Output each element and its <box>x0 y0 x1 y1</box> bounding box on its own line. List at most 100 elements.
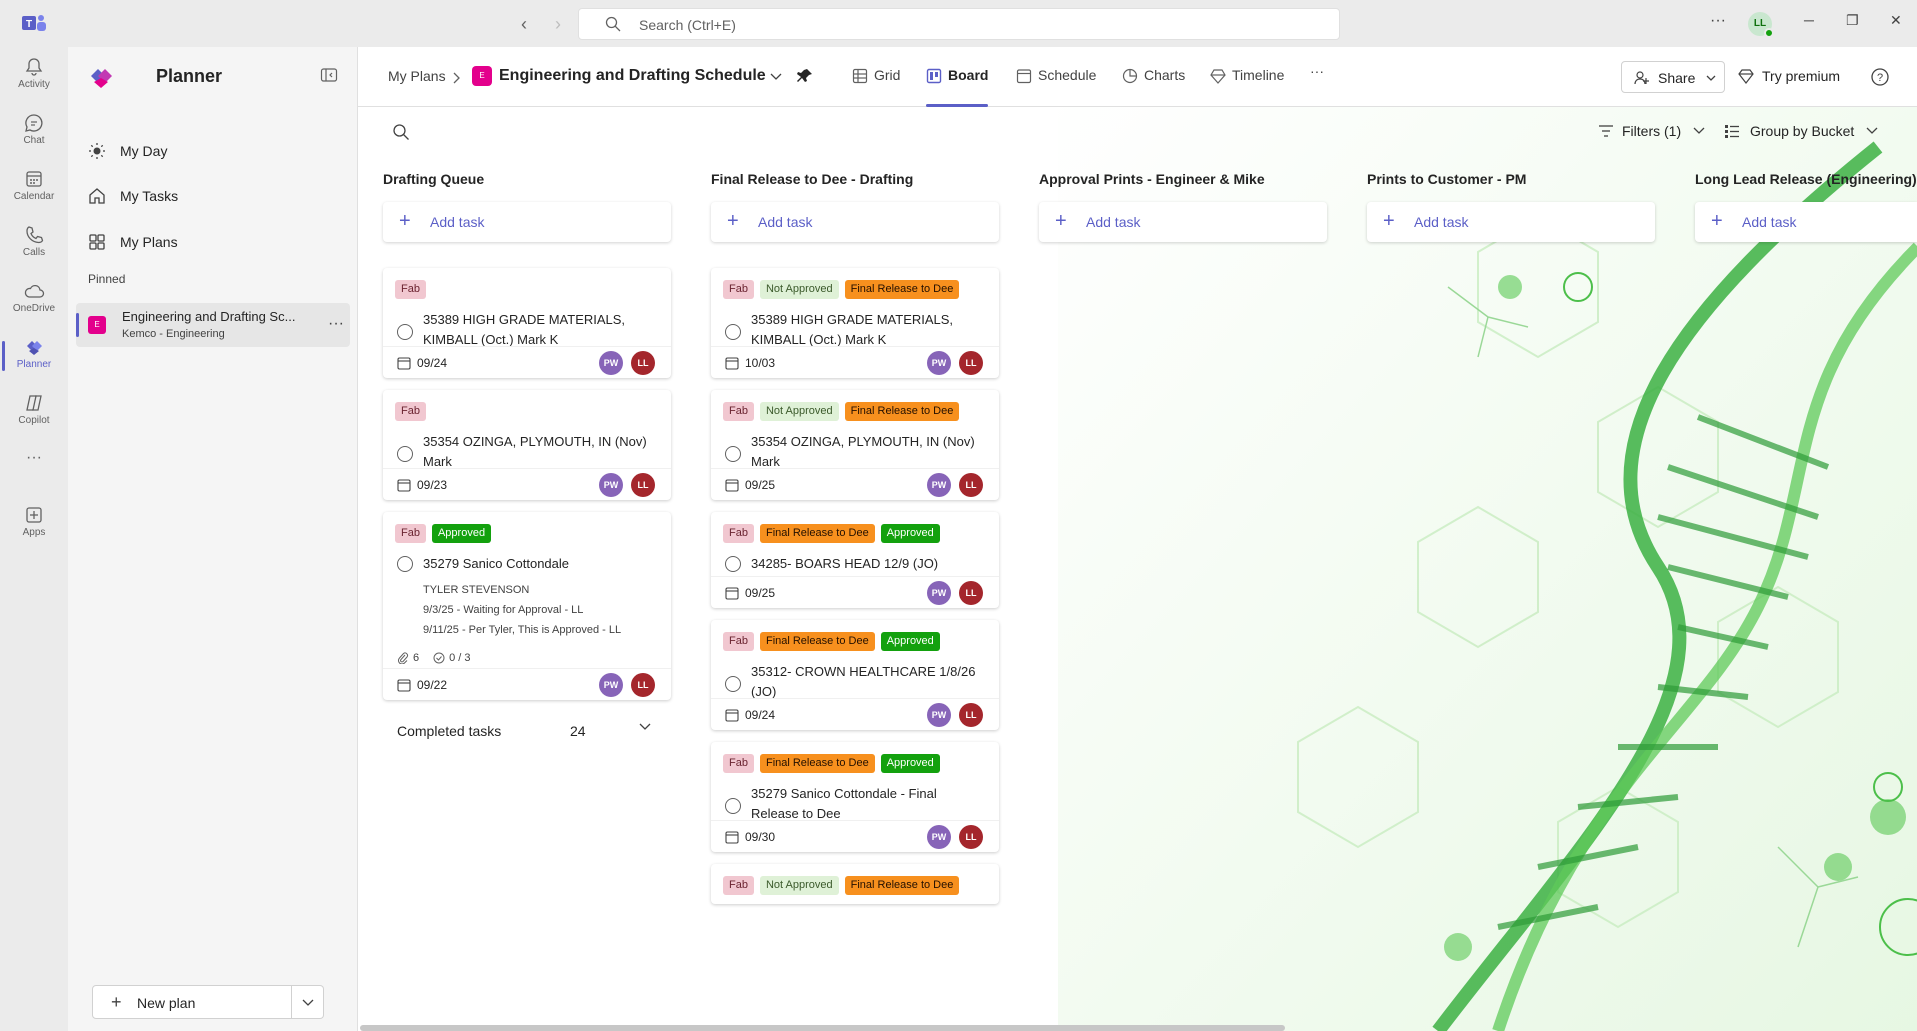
pin-icon[interactable] <box>796 67 814 85</box>
add-task-button[interactable]: + Add task <box>1367 202 1655 242</box>
user-avatar[interactable]: LL <box>1748 12 1774 38</box>
teams-logo-icon[interactable]: T <box>22 13 46 33</box>
tab-board[interactable]: Board <box>926 67 989 107</box>
task-card[interactable]: Fab Final Release to Dee Approved 35279 … <box>711 742 999 852</box>
tab-schedule[interactable]: Schedule <box>1016 67 1096 107</box>
assignee-avatar[interactable]: PW <box>927 473 951 497</box>
assignee-avatar[interactable]: PW <box>927 825 951 849</box>
task-card[interactable]: Fab 35389 HIGH GRADE MATERIALS, KIMBALL … <box>383 268 671 378</box>
task-card[interactable]: Fab Approved 35279 Sanico Cottondale TYL… <box>383 512 671 700</box>
pinned-plan-item[interactable]: E Engineering and Drafting Sc... Kemco -… <box>76 303 350 347</box>
plus-icon: + <box>727 210 739 232</box>
bucket-title[interactable]: Final Release to Dee - Drafting <box>711 171 913 187</box>
bucket-title[interactable]: Prints to Customer - PM <box>1367 171 1526 187</box>
assignee-avatar[interactable]: LL <box>959 473 983 497</box>
sidebar-item-my-plans[interactable]: My Plans <box>88 227 338 257</box>
assignee-avatar[interactable]: PW <box>599 673 623 697</box>
calendar-icon <box>725 709 739 722</box>
bucket-title[interactable]: Drafting Queue <box>383 171 484 187</box>
complete-task-checkbox[interactable] <box>397 446 413 462</box>
task-title: 35389 HIGH GRADE MATERIALS, KIMBALL (Oct… <box>751 312 954 347</box>
assignee-avatar[interactable]: LL <box>959 825 983 849</box>
rail-item-apps[interactable]: Apps <box>0 497 68 553</box>
tab-grid[interactable]: Grid <box>852 67 900 107</box>
bucket-title[interactable]: Approval Prints - Engineer & Mike <box>1039 171 1265 187</box>
new-plan-label: New plan <box>137 995 196 1011</box>
complete-task-checkbox[interactable] <box>397 556 413 572</box>
label-final-release: Final Release to Dee <box>759 632 875 651</box>
task-card[interactable]: Fab Not Approved Final Release to Dee <box>711 864 999 904</box>
close-icon[interactable]: ✕ <box>1890 12 1902 29</box>
tab-charts[interactable]: Charts <box>1122 67 1185 107</box>
assignee-avatar[interactable]: LL <box>959 581 983 605</box>
rail-item-onedrive[interactable]: OneDrive <box>0 273 68 329</box>
new-plan-button[interactable]: + New plan <box>92 985 292 1019</box>
more-options-icon[interactable]: ··· <box>328 315 344 333</box>
add-task-button[interactable]: + Add task <box>383 202 671 242</box>
more-options-icon[interactable]: ··· <box>1710 12 1726 30</box>
horizontal-scrollbar[interactable] <box>360 1025 1285 1031</box>
chevron-down-icon <box>1693 127 1705 134</box>
assignee-avatar[interactable]: PW <box>599 351 623 375</box>
assignee-avatar[interactable]: PW <box>927 581 951 605</box>
completed-tasks-toggle[interactable]: Completed tasks 24 <box>383 711 671 751</box>
back-arrow-icon[interactable]: ‹ <box>512 12 536 36</box>
share-button[interactable]: Share <box>1621 61 1725 93</box>
add-task-button[interactable]: + Add task <box>1695 202 1917 242</box>
complete-task-checkbox[interactable] <box>725 676 741 692</box>
rail-item-chat[interactable]: Chat <box>0 105 68 161</box>
task-notes: TYLER STEVENSON 9/3/25 - Waiting for App… <box>423 580 659 640</box>
filters-button[interactable]: Filters (1) <box>1598 123 1705 139</box>
card-footer: 09/25 PW LL <box>711 576 999 608</box>
complete-task-checkbox[interactable] <box>725 446 741 462</box>
minimize-icon[interactable]: ─ <box>1804 12 1814 28</box>
group-by-button[interactable]: Group by Bucket <box>1724 123 1878 139</box>
rail-item-more[interactable]: ··· <box>0 447 68 477</box>
task-card[interactable]: Fab 35354 OZINGA, PLYMOUTH, IN (Nov) Mar… <box>383 390 671 500</box>
task-card[interactable]: Fab Not Approved Final Release to Dee 35… <box>711 390 999 500</box>
add-task-button[interactable]: + Add task <box>711 202 999 242</box>
sidebar-item-my-day[interactable]: My Day <box>88 136 338 166</box>
complete-task-checkbox[interactable] <box>725 798 741 814</box>
task-card[interactable]: Fab Final Release to Dee Approved 35312-… <box>711 620 999 730</box>
task-card[interactable]: Fab Not Approved Final Release to Dee 35… <box>711 268 999 378</box>
search-icon[interactable] <box>392 123 410 141</box>
cloud-icon <box>24 284 45 298</box>
breadcrumb-my-plans[interactable]: My Plans <box>388 68 446 84</box>
assignee-avatar[interactable]: PW <box>599 473 623 497</box>
collapse-sidebar-icon[interactable] <box>320 66 338 84</box>
rail-item-activity[interactable]: Activity <box>0 49 68 105</box>
rail-item-planner[interactable]: Planner <box>0 329 68 385</box>
complete-task-checkbox[interactable] <box>725 556 741 572</box>
task-card[interactable]: Fab Final Release to Dee Approved 34285-… <box>711 512 999 608</box>
help-icon[interactable]: ? <box>1870 67 1890 87</box>
forward-arrow-icon[interactable]: › <box>546 12 570 36</box>
complete-task-checkbox[interactable] <box>725 324 741 340</box>
assignee-avatar[interactable]: LL <box>631 473 655 497</box>
global-search-input[interactable]: Search (Ctrl+E) <box>578 8 1340 40</box>
tab-timeline[interactable]: Timeline <box>1210 67 1284 107</box>
more-views-icon[interactable]: ··· <box>1310 63 1324 103</box>
due-date-text: 09/30 <box>745 830 776 844</box>
card-footer: 10/03 PW LL <box>711 346 999 378</box>
assignee-avatar[interactable]: LL <box>959 703 983 727</box>
sidebar-item-my-tasks[interactable]: My Tasks <box>88 181 338 211</box>
rail-item-calls[interactable]: Calls <box>0 217 68 273</box>
new-plan-dropdown-button[interactable] <box>292 985 324 1019</box>
search-icon <box>605 16 621 32</box>
plan-title[interactable]: Engineering and Drafting Schedule <box>499 67 766 85</box>
rail-item-calendar[interactable]: Calendar <box>0 161 68 217</box>
add-task-button[interactable]: + Add task <box>1039 202 1327 242</box>
chevron-down-icon[interactable] <box>770 73 782 81</box>
assignee-avatar[interactable]: LL <box>631 351 655 375</box>
rail-item-copilot[interactable]: Copilot <box>0 385 68 441</box>
assignee-avatar[interactable]: PW <box>927 703 951 727</box>
restore-icon[interactable]: ❐ <box>1846 12 1859 29</box>
assignee-avatar[interactable]: PW <box>927 351 951 375</box>
complete-task-checkbox[interactable] <box>397 324 413 340</box>
bucket-title[interactable]: Long Lead Release (Engineering) <box>1695 171 1917 187</box>
task-note-line: TYLER STEVENSON <box>423 584 530 596</box>
assignee-avatar[interactable]: LL <box>959 351 983 375</box>
try-premium-button[interactable]: Try premium <box>1738 68 1840 84</box>
assignee-avatar[interactable]: LL <box>631 673 655 697</box>
